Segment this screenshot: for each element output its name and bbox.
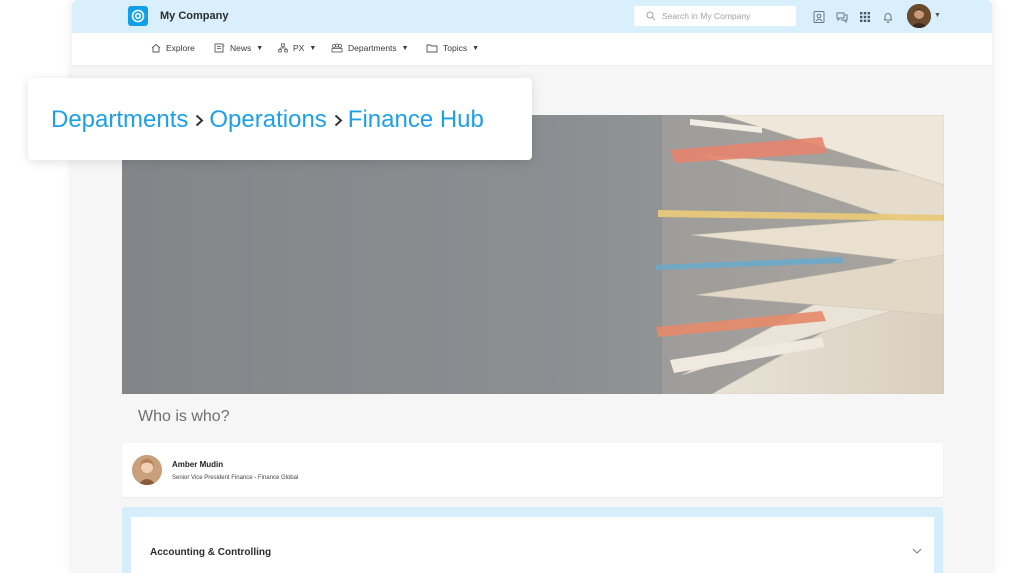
accordion-item[interactable]: Accounting & Controlling: [131, 517, 934, 573]
news-icon: [214, 43, 225, 53]
chevron-down-icon[interactable]: [912, 547, 922, 555]
contacts-icon[interactable]: [812, 10, 826, 24]
search-input[interactable]: Search in My Company: [662, 11, 750, 21]
person-avatar[interactable]: [132, 455, 162, 485]
person-role: Senior Vice President Finance - Finance …: [172, 475, 299, 481]
org-chart-icon: [278, 43, 288, 53]
nav-label: Topics: [443, 43, 468, 53]
chevron-down-icon: ▼: [472, 44, 480, 52]
breadcrumb-item-departments[interactable]: Departments: [51, 106, 188, 134]
apps-grid-icon[interactable]: [858, 10, 872, 24]
accordion-title: Accounting & Controlling: [150, 547, 272, 558]
departments-icon: [331, 43, 343, 53]
user-avatar-image: [907, 4, 931, 28]
breadcrumb: Departments Operations Finance Hub: [51, 106, 484, 134]
section-title-who-is-who: Who is who?: [138, 408, 230, 425]
chevron-down-icon: ▼: [256, 44, 264, 52]
top-bar: My Company Search in My Company ▼: [72, 0, 992, 33]
user-avatar[interactable]: [907, 4, 931, 28]
nav-item-topics[interactable]: Topics ▼: [426, 43, 479, 53]
person-avatar-image: [132, 455, 162, 485]
logo-icon: [131, 9, 145, 23]
person-card[interactable]: Amber Mudin Senior Vice President Financ…: [122, 443, 943, 497]
search-icon: [646, 11, 656, 21]
nav-item-explore[interactable]: Explore: [151, 43, 195, 53]
company-name[interactable]: My Company: [160, 10, 228, 22]
home-icon: [151, 43, 161, 53]
nav-label: Departments: [348, 43, 397, 53]
bell-icon[interactable]: [881, 10, 895, 24]
nav-label: News: [230, 43, 252, 53]
chevron-right-icon: [334, 106, 343, 134]
nav-label: Explore: [166, 43, 195, 53]
chevron-down-icon: ▼: [309, 44, 317, 52]
nav-item-px[interactable]: PX ▼: [278, 43, 316, 53]
search-box[interactable]: Search in My Company: [634, 6, 796, 26]
nav-item-departments[interactable]: Departments ▼: [331, 43, 409, 53]
company-logo[interactable]: [128, 6, 148, 26]
chevron-right-icon: [195, 106, 204, 134]
user-menu-caret-icon[interactable]: ▼: [934, 12, 941, 19]
nav-item-news[interactable]: News ▼: [214, 43, 263, 53]
breadcrumb-item-finance-hub[interactable]: Finance Hub: [348, 106, 484, 134]
person-name[interactable]: Amber Mudin: [172, 460, 223, 469]
chevron-down-icon: ▼: [401, 44, 409, 52]
breadcrumb-callout: Departments Operations Finance Hub: [28, 78, 532, 160]
nav-label: PX: [293, 43, 305, 53]
breadcrumb-item-operations[interactable]: Operations: [209, 106, 326, 134]
main-nav: Explore News ▼ PX ▼ Departments ▼ Topics…: [72, 33, 992, 66]
accordion-container: Accounting & Controlling: [122, 507, 943, 573]
chat-icon[interactable]: [835, 10, 849, 24]
folder-icon: [426, 44, 438, 53]
